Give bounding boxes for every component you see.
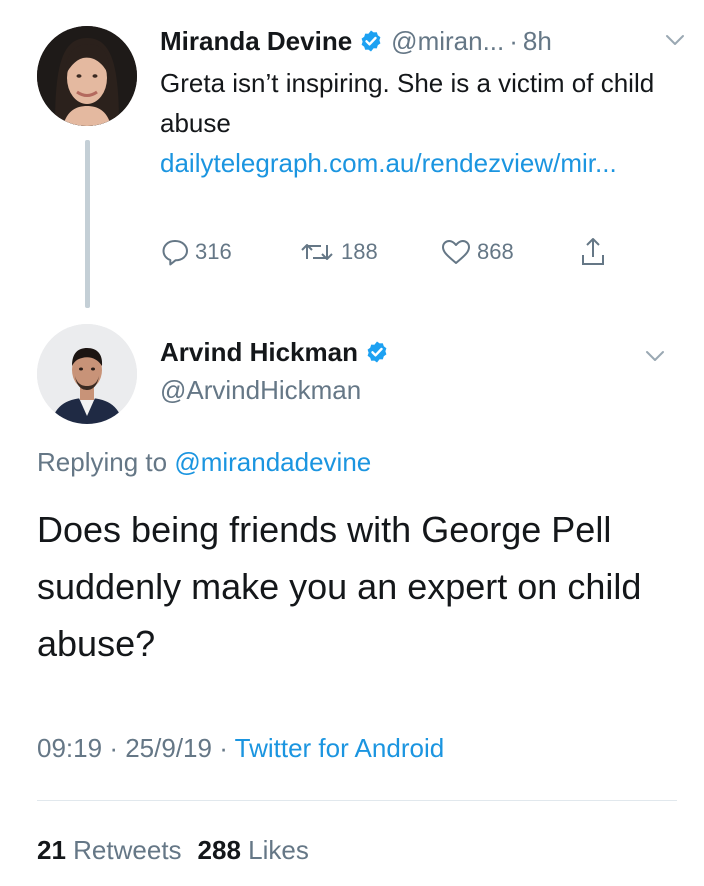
- thread-connector-line: [85, 140, 90, 308]
- miranda-devine-avatar[interactable]: [37, 26, 137, 126]
- header-separator: ·: [509, 25, 518, 56]
- share-button[interactable]: [578, 236, 608, 268]
- author-handle[interactable]: @ArvindHickman: [160, 372, 361, 408]
- retweet-icon: [301, 244, 333, 260]
- reply-icon: [162, 240, 188, 266]
- author-handle[interactable]: @miran...: [391, 26, 504, 57]
- like-icon: [442, 240, 470, 264]
- likes-label: Likes: [248, 835, 309, 865]
- meta-separator: ·: [219, 733, 228, 763]
- retweets-count: 21: [37, 835, 66, 865]
- likes-stat[interactable]: 288 Likes: [198, 835, 309, 865]
- main-author-name-row: Arvind Hickman: [160, 333, 389, 371]
- retweet-button[interactable]: 188: [298, 237, 440, 267]
- arvind-hickman-avatar[interactable]: [37, 324, 137, 424]
- meta-separator: ·: [109, 733, 118, 763]
- retweet-count: 188: [341, 239, 378, 264]
- share-icon: [582, 238, 604, 265]
- like-button[interactable]: 868: [440, 237, 578, 267]
- divider: [37, 800, 677, 801]
- tweet-time[interactable]: 8h: [523, 26, 552, 57]
- author-name[interactable]: Arvind Hickman: [160, 337, 358, 368]
- replying-to-line: Replying to @mirandadevine: [37, 442, 371, 482]
- reply-count: 316: [195, 239, 232, 264]
- verified-badge-icon: [361, 30, 381, 52]
- retweets-label: Retweets: [73, 835, 182, 865]
- avatar-image: [37, 324, 137, 424]
- article-link[interactable]: dailytelegraph.com.au/rendezview/mir...: [160, 143, 680, 183]
- chevron-down-icon[interactable]: [644, 349, 666, 363]
- tweet-time: 09:19: [37, 733, 103, 763]
- likes-count: 288: [197, 835, 241, 865]
- author-name[interactable]: Miranda Devine: [160, 26, 352, 57]
- replying-prefix: Replying to: [37, 447, 168, 477]
- tweet-date: 25/9/19: [125, 733, 212, 763]
- parent-tweet-header: Miranda Devine @miran... · 8h: [160, 22, 552, 60]
- like-count: 868: [477, 239, 514, 264]
- tweet-stats: 21 Retweets 288 Likes: [37, 830, 309, 870]
- retweets-stat[interactable]: 21 Retweets: [37, 835, 182, 865]
- tweet-actions: 316 188 868: [160, 232, 608, 272]
- verified-badge-icon: [367, 341, 387, 363]
- reply-button[interactable]: 316: [160, 237, 298, 267]
- main-tweet-text: Does being friends with George Pell sudd…: [37, 509, 642, 664]
- avatar-image: [37, 26, 137, 126]
- tweet-source-link[interactable]: Twitter for Android: [235, 733, 445, 763]
- parent-tweet[interactable]: Miranda Devine @miran... · 8h Greta isn’…: [0, 0, 704, 310]
- tweet-meta: 09:19 · 25/9/19 · Twitter for Android: [37, 728, 444, 768]
- chevron-down-icon[interactable]: [664, 33, 686, 47]
- parent-tweet-text: Greta isn’t inspiring. She is a victim o…: [160, 68, 655, 138]
- replying-mention-link[interactable]: @mirandadevine: [174, 447, 371, 477]
